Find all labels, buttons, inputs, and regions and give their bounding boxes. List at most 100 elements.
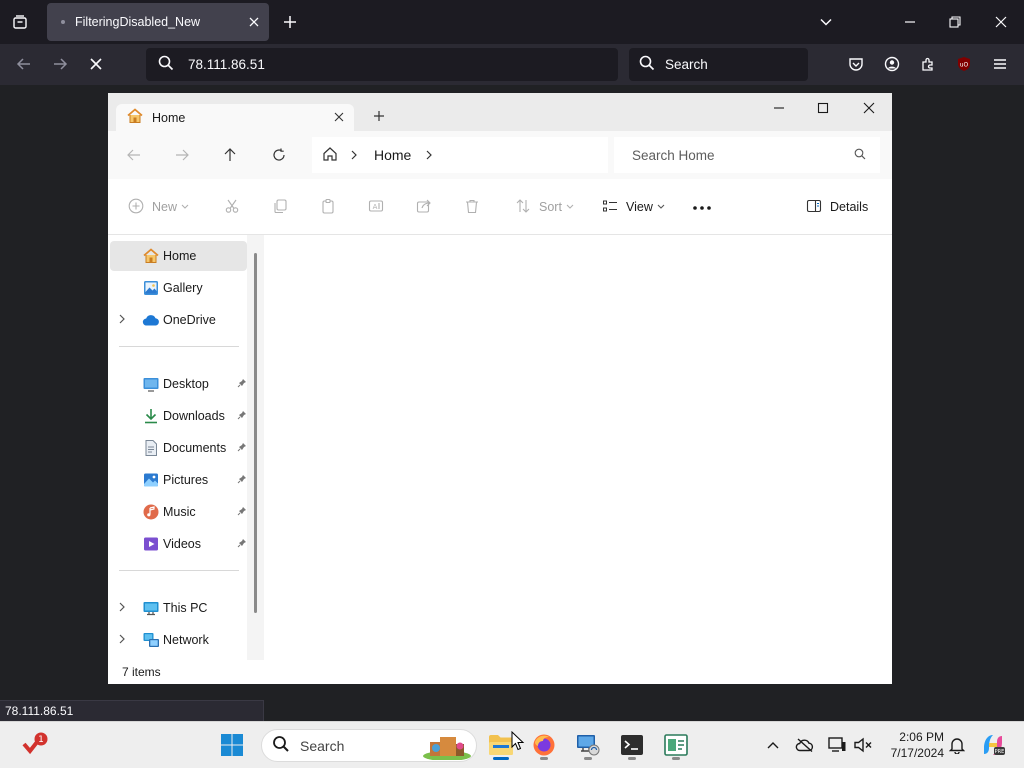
nav-item-label: Documents	[163, 441, 227, 455]
delete-button[interactable]	[464, 179, 480, 235]
chevron-right-icon[interactable]	[118, 634, 126, 647]
nav-item-home[interactable]: Home	[110, 241, 247, 271]
forward-arrow-icon[interactable]	[48, 52, 72, 76]
file-explorer-window: Home Home Search Home New A Sort View De…	[108, 93, 892, 684]
close-tab-icon[interactable]	[334, 110, 344, 125]
network-display-icon[interactable]	[826, 734, 848, 756]
chevron-right-icon[interactable]	[118, 314, 126, 327]
restore-icon[interactable]	[943, 10, 967, 34]
volume-muted-icon[interactable]	[852, 734, 874, 756]
pocket-icon[interactable]	[844, 52, 868, 76]
notification-app-icon[interactable]: 1	[16, 727, 52, 763]
refresh-icon[interactable]	[269, 145, 289, 165]
windows-logo-icon	[220, 733, 244, 760]
back-arrow-icon[interactable]	[12, 52, 36, 76]
up-arrow-icon[interactable]	[220, 145, 240, 165]
more-options-button[interactable]	[692, 179, 712, 235]
nav-item-desktop[interactable]: Desktop	[110, 369, 247, 399]
nav-item-network[interactable]: Network	[110, 625, 247, 655]
paste-button[interactable]	[320, 179, 336, 235]
explorer-status-bar: 7 items	[108, 660, 892, 684]
close-tab-icon[interactable]	[249, 15, 259, 30]
sort-button-label: Sort	[539, 200, 562, 214]
pin-icon[interactable]	[237, 410, 247, 423]
explorer-title-bar: Home	[108, 93, 892, 131]
pictures-icon	[142, 471, 160, 489]
new-tab-icon[interactable]	[279, 10, 301, 34]
nav-item-this-pc[interactable]: This PC	[110, 593, 247, 623]
ublock-origin-icon[interactable]: uO	[952, 52, 976, 76]
notification-bell-icon[interactable]	[946, 734, 968, 756]
scrollbar-thumb[interactable]	[254, 253, 257, 613]
notification-badge: 1	[38, 735, 44, 745]
breadcrumb[interactable]: Home	[312, 137, 608, 173]
chevron-right-icon[interactable]	[118, 602, 126, 615]
browser-tab-active[interactable]: FilteringDisabled_New	[47, 3, 269, 41]
share-button[interactable]	[416, 179, 432, 235]
show-hidden-icons-chevron-up-icon[interactable]	[762, 734, 784, 756]
nav-item-documents[interactable]: Documents	[110, 433, 247, 463]
sort-button[interactable]: Sort	[515, 179, 574, 235]
cut-button[interactable]	[224, 179, 240, 235]
account-icon[interactable]	[880, 52, 904, 76]
nav-item-downloads[interactable]: Downloads	[110, 401, 247, 431]
pin-icon[interactable]	[237, 506, 247, 519]
pin-icon[interactable]	[237, 538, 247, 551]
nav-item-onedrive[interactable]: OneDrive	[110, 305, 247, 335]
explorer-search-box[interactable]	[614, 137, 880, 173]
videos-icon	[142, 535, 160, 553]
copilot-icon[interactable]: PRE	[980, 732, 1006, 758]
extensions-icon[interactable]	[916, 52, 940, 76]
svg-text:PRE: PRE	[995, 749, 1005, 755]
onedrive-offline-icon[interactable]	[794, 734, 816, 756]
url-bar[interactable]: 78.111.86.51	[146, 48, 618, 81]
nav-item-videos[interactable]: Videos	[110, 529, 247, 559]
pin-icon[interactable]	[237, 378, 247, 391]
stop-loading-icon[interactable]	[84, 52, 108, 76]
chevron-down-icon[interactable]	[814, 10, 838, 34]
gallery-icon	[142, 279, 160, 297]
minimize-icon[interactable]	[898, 10, 922, 34]
browser-search-box[interactable]: Search	[629, 48, 808, 81]
tab-list-icon[interactable]	[8, 10, 32, 34]
details-button[interactable]: Details	[806, 179, 868, 235]
close-window-icon[interactable]	[858, 97, 880, 119]
nav-item-gallery[interactable]: Gallery	[110, 273, 247, 303]
start-button[interactable]	[214, 728, 250, 764]
taskbar-remote-desktop[interactable]	[570, 728, 606, 764]
chevron-right-icon[interactable]	[350, 148, 358, 163]
system-clock[interactable]: 2:06 PM 7/17/2024	[880, 729, 944, 761]
network-icon	[142, 631, 160, 649]
close-window-icon[interactable]	[989, 10, 1013, 34]
copy-button[interactable]	[272, 179, 288, 235]
taskbar-firefox[interactable]	[526, 728, 562, 764]
maximize-icon[interactable]	[812, 97, 834, 119]
hamburger-menu-icon[interactable]	[988, 52, 1012, 76]
new-button[interactable]: New	[128, 179, 189, 235]
nav-pane-scrollbar[interactable]	[247, 235, 264, 660]
pin-icon[interactable]	[237, 442, 247, 455]
rename-button[interactable]: A	[368, 179, 384, 235]
taskbar-app-window[interactable]	[658, 728, 694, 764]
sort-icon	[515, 198, 531, 217]
forward-arrow-icon[interactable]	[172, 145, 192, 165]
taskbar-search-box[interactable]: Search	[261, 729, 477, 762]
computer-icon	[142, 599, 160, 617]
view-button[interactable]: View	[602, 179, 665, 235]
nav-item-pictures[interactable]: Pictures	[110, 465, 247, 495]
minimize-icon[interactable]	[768, 97, 790, 119]
browser-tab-bar: FilteringDisabled_New	[0, 0, 1024, 44]
breadcrumb-home[interactable]: Home	[374, 147, 411, 163]
nav-item-label: Desktop	[163, 377, 209, 391]
chevron-right-icon[interactable]	[425, 148, 433, 163]
file-list-area[interactable]	[264, 235, 892, 660]
explorer-tab-home[interactable]: Home	[116, 104, 354, 131]
explorer-search-input[interactable]	[632, 147, 854, 163]
back-arrow-icon[interactable]	[124, 145, 144, 165]
nav-item-music[interactable]: Music	[110, 497, 247, 527]
new-tab-icon[interactable]	[370, 106, 388, 126]
home-outline-icon[interactable]	[322, 146, 338, 165]
taskbar-terminal[interactable]	[614, 728, 650, 764]
share-icon	[416, 198, 432, 217]
pin-icon[interactable]	[237, 474, 247, 487]
